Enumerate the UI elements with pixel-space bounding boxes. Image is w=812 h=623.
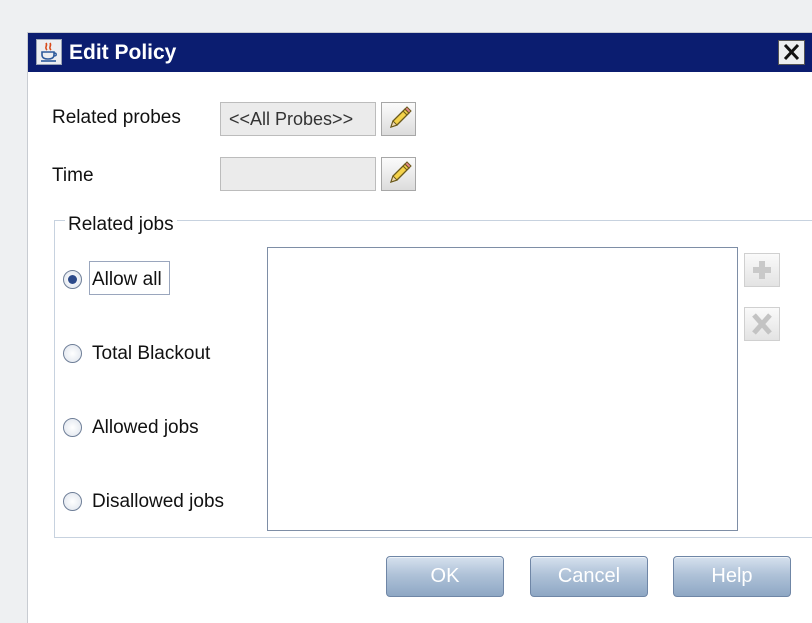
radio-disallowed-jobs[interactable] xyxy=(63,492,82,511)
title-bar: Edit Policy xyxy=(28,33,812,72)
close-x-icon xyxy=(783,43,800,61)
add-job-button[interactable] xyxy=(744,253,780,287)
radio-label-allowed-jobs[interactable]: Allowed jobs xyxy=(92,417,199,439)
related-probes-label: Related probes xyxy=(52,107,181,128)
help-button[interactable]: Help xyxy=(673,556,791,597)
radio-label-total-blackout[interactable]: Total Blackout xyxy=(92,343,210,365)
radio-allow-all[interactable] xyxy=(63,270,82,289)
java-cup-icon xyxy=(36,39,62,65)
dialog-title: Edit Policy xyxy=(69,41,177,64)
related-jobs-legend: Related jobs xyxy=(65,214,177,236)
jobs-list[interactable] xyxy=(267,247,738,531)
ok-button[interactable]: OK xyxy=(386,556,504,597)
radio-label-disallowed-jobs[interactable]: Disallowed jobs xyxy=(92,491,224,513)
edit-time-button[interactable] xyxy=(381,157,416,191)
time-field xyxy=(220,157,376,191)
edit-policy-dialog: Edit Policy Related probes <<All Probes>… xyxy=(27,32,812,623)
cancel-button[interactable]: Cancel xyxy=(530,556,648,597)
time-label: Time xyxy=(52,165,94,186)
close-button[interactable] xyxy=(778,40,805,65)
radio-label-allow-all[interactable]: Allow all xyxy=(92,269,162,291)
related-probes-field: <<All Probes>> xyxy=(220,102,376,136)
x-icon xyxy=(752,313,772,335)
pencil-icon xyxy=(389,161,412,184)
radio-total-blackout[interactable] xyxy=(63,344,82,363)
plus-icon xyxy=(753,261,771,279)
radio-allowed-jobs[interactable] xyxy=(63,418,82,437)
edit-probes-button[interactable] xyxy=(381,102,416,136)
pencil-icon xyxy=(389,106,412,129)
remove-job-button[interactable] xyxy=(744,307,780,341)
